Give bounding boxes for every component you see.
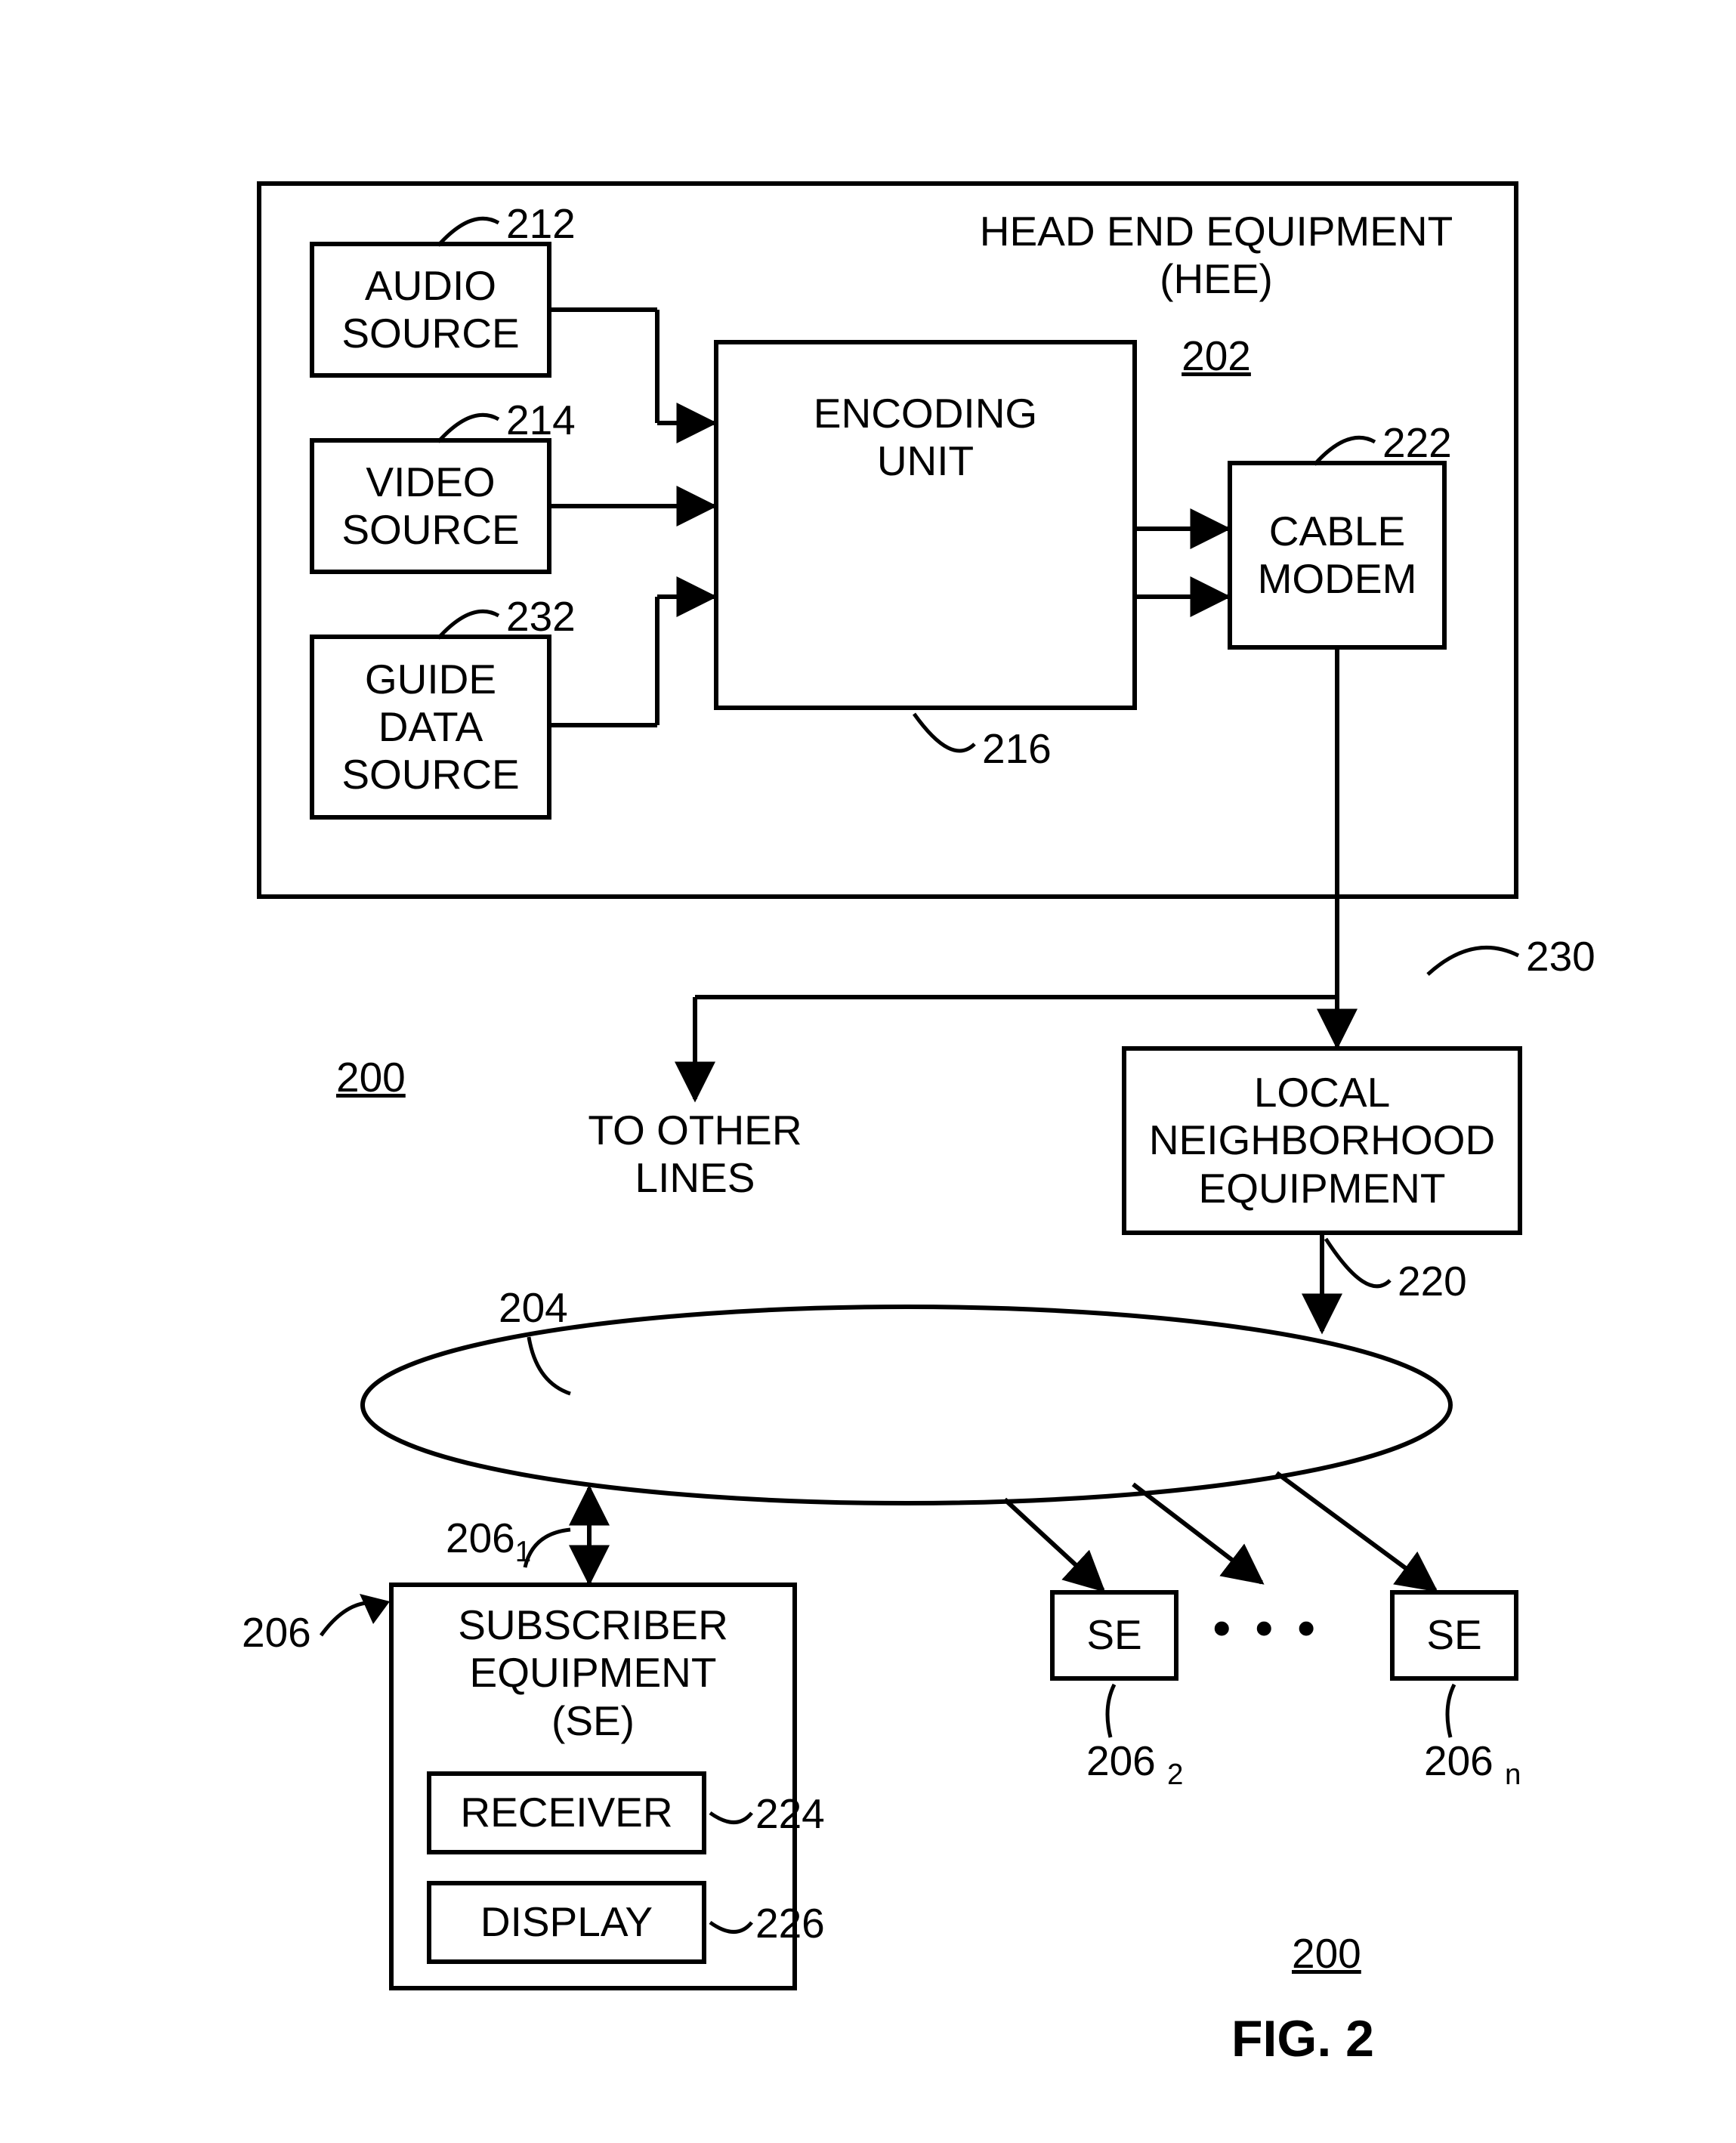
se-big-line1: SUBSCRIBER: [419, 1601, 767, 1649]
dist-ref: 204: [499, 1284, 568, 1332]
audio-ref: 212: [506, 200, 576, 248]
conn-dn-se2: [1005, 1499, 1103, 1590]
se-ref-n-num: 206: [1424, 1737, 1494, 1784]
leader-206-2: [1107, 1684, 1114, 1737]
hee-title: HEAD END EQUIPMENT (HEE): [952, 208, 1481, 304]
conn-dn-sen: [1277, 1473, 1435, 1590]
encoding-ref: 216: [982, 725, 1052, 773]
fig-ref-left: 200: [336, 1054, 406, 1101]
se-ref-1: 2061: [446, 1515, 531, 1569]
audio-source-box: AUDIO SOURCE: [310, 242, 551, 378]
lne-ref: 220: [1398, 1258, 1467, 1305]
se-big-line2: EQUIPMENT: [419, 1649, 767, 1697]
guide-ref: 232: [506, 593, 576, 641]
video-ref: 214: [506, 397, 576, 444]
se-ref-2-num: 206: [1086, 1737, 1156, 1784]
guide-source-box: GUIDE DATA SOURCE: [310, 635, 551, 820]
leader-206-n: [1447, 1684, 1454, 1737]
hee-ref: 202: [1171, 332, 1262, 380]
se-ref-2-sub: 2: [1167, 1759, 1183, 1791]
receiver-box: RECEIVER: [427, 1771, 706, 1854]
receiver-ref: 224: [755, 1790, 825, 1838]
display-box: DISPLAY: [427, 1881, 706, 1964]
leader-206-group: [321, 1603, 385, 1635]
se-ref-n: 206 n: [1424, 1737, 1521, 1792]
hee-title-line1: HEAD END EQUIPMENT: [952, 208, 1481, 255]
dist-net-text: DISTRIBUTION NETWORK: [695, 1360, 1118, 1456]
se-group-ref: 206: [242, 1609, 311, 1657]
hee-title-line2: (HEE): [952, 255, 1481, 303]
cable-ref: 222: [1382, 419, 1452, 467]
leader-206-1: [525, 1530, 570, 1567]
leader-206-group-arrowhead: [360, 1594, 390, 1624]
lne-box: LOCAL NEIGHBORHOOD EQUIPMENT: [1122, 1046, 1522, 1235]
se-big-title: SUBSCRIBER EQUIPMENT (SE): [419, 1601, 767, 1745]
figure-caption: FIG. 2: [1231, 2009, 1374, 2068]
line-230-ref: 230: [1526, 933, 1595, 980]
leader-204: [529, 1337, 570, 1394]
se-ref-1-sub: 1: [515, 1536, 531, 1568]
se-small-box-2: SE: [1050, 1590, 1178, 1681]
video-source-box: VIDEO SOURCE: [310, 438, 551, 574]
cable-modem-box: CABLE MODEM: [1228, 461, 1447, 650]
encoding-unit-box: ENCODING UNIT: [714, 340, 1137, 710]
se-ref-1-num: 206: [446, 1515, 515, 1561]
se-small-box-n: SE: [1390, 1590, 1518, 1681]
display-ref: 226: [755, 1900, 825, 1947]
leader-220: [1326, 1239, 1390, 1286]
se-big-line3: (SE): [419, 1697, 767, 1745]
se-ref-n-sub: n: [1505, 1759, 1521, 1791]
ellipsis-dots: • • •: [1212, 1598, 1320, 1659]
se-ref-2: 206 2: [1086, 1737, 1183, 1792]
to-other-lines: TO OTHER LINES: [563, 1107, 827, 1203]
conn-dn-mid: [1133, 1484, 1262, 1583]
leader-230: [1428, 947, 1518, 974]
fig-ref-bottom: 200: [1292, 1930, 1361, 1978]
